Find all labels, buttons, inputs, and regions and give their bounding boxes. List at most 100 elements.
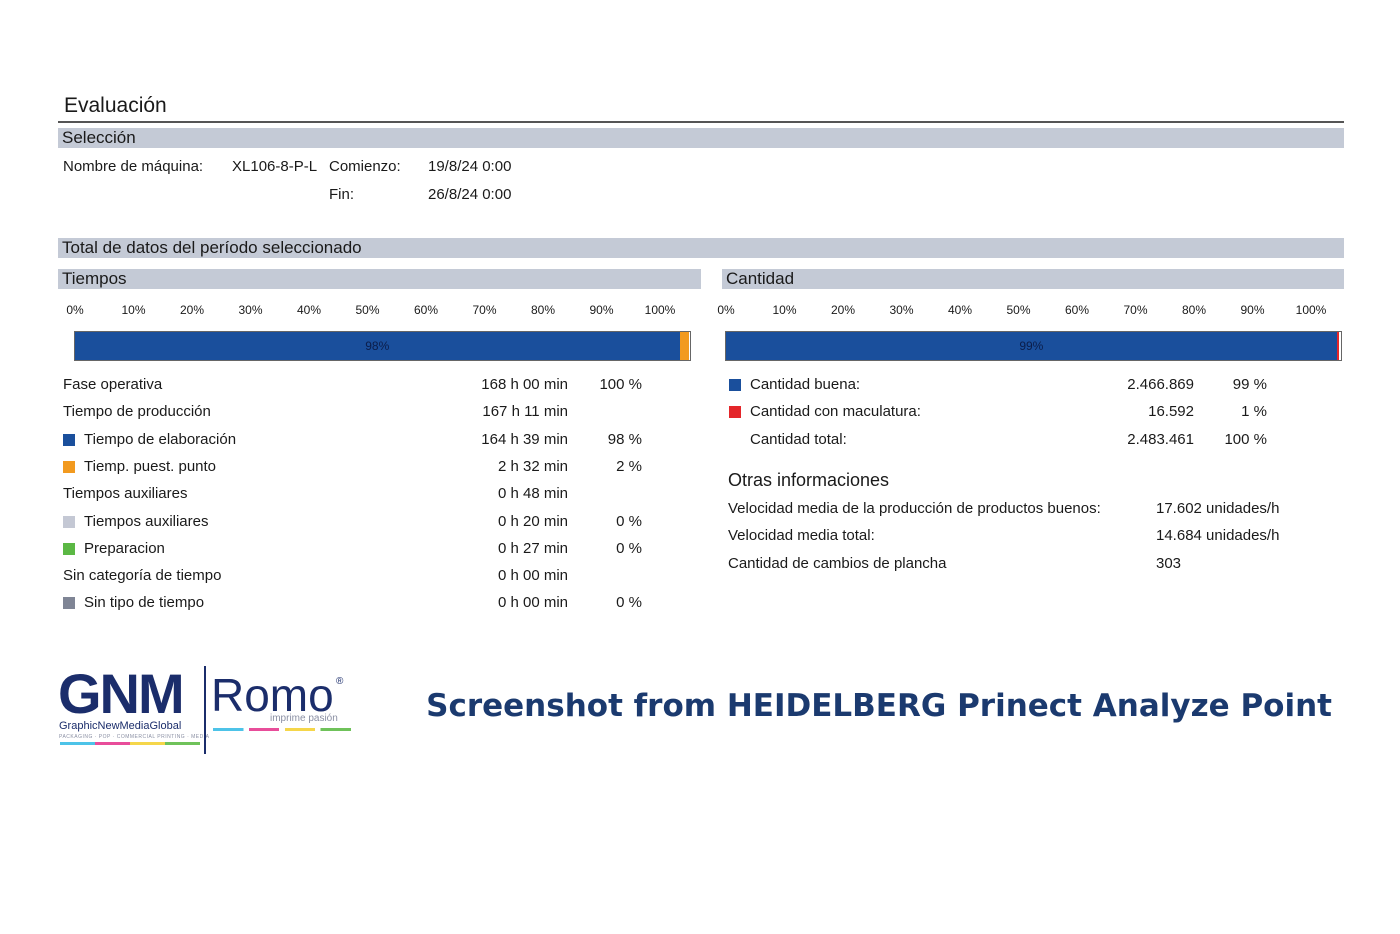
bar-segment xyxy=(679,332,689,360)
tiempos-row-value: 0 h 00 min xyxy=(497,567,568,585)
tiempos-row-label: Tiempos auxiliares xyxy=(84,512,209,530)
romo-color-strip xyxy=(213,728,351,731)
otras-row-value: 303 xyxy=(1156,554,1182,572)
tiempos-row-value: 0 h 27 min xyxy=(497,539,568,557)
screenshot-caption: Screenshot from HEIDELBERG Prinect Analy… xyxy=(426,688,1332,724)
cantidad-row-value: 2.483.461 xyxy=(1127,430,1194,448)
tiempos-row-pct: 0 % xyxy=(616,512,642,530)
legend-swatch xyxy=(729,406,741,419)
legend-swatch xyxy=(63,460,75,473)
axis-tick-label: 100% xyxy=(1295,303,1327,317)
cantidad-header: Cantidad xyxy=(722,269,1344,289)
bar-percent-label: 99% xyxy=(1019,339,1044,353)
logo-divider xyxy=(204,666,206,754)
axis-tick-label: 50% xyxy=(355,303,380,317)
tiempos-row-label: Preparacion xyxy=(84,539,165,557)
machine-label: Nombre de máquina: xyxy=(63,158,204,175)
tiempos-row-value: 167 h 11 min xyxy=(482,403,568,421)
gnm-subtitle: GraphicNewMediaGlobal xyxy=(59,720,182,732)
end-value: 26/8/24 0:00 xyxy=(428,186,512,203)
page-title: Evaluación xyxy=(64,94,167,117)
legend-swatch xyxy=(63,542,75,555)
axis-tick-label: 30% xyxy=(238,303,263,317)
axis-tick-label: 50% xyxy=(1006,303,1031,317)
axis-tick-label: 40% xyxy=(947,303,973,317)
tiempos-row-label: Sin tipo de tiempo xyxy=(84,594,205,612)
cantidad-row-label: Cantidad total: xyxy=(750,430,847,448)
legend-swatch xyxy=(63,597,75,610)
axis-tick-label: 100% xyxy=(644,303,676,317)
cantidad-row-value: 16.592 xyxy=(1148,403,1194,421)
total-header: Total de datos del período seleccionado xyxy=(58,238,1344,258)
start-value: 19/8/24 0:00 xyxy=(428,158,512,175)
cantidad-row-pct: 1 % xyxy=(1241,403,1267,421)
seleccion-header: Selección xyxy=(58,128,1344,148)
legend-swatch xyxy=(63,515,75,528)
axis-tick-label: 90% xyxy=(1240,303,1265,317)
axis-tick-label: 20% xyxy=(179,303,205,317)
otras-header: Otras informaciones xyxy=(728,470,890,490)
tiempos-row-label: Tiemp. puest. punto xyxy=(84,457,217,475)
tiempos-row-pct: 100 % xyxy=(599,376,642,393)
tiempos-header: Tiempos xyxy=(58,269,701,289)
legend-swatch xyxy=(729,379,741,391)
otras-row-value: 17.602 unidades/h xyxy=(1156,500,1280,517)
axis-tick-label: 0% xyxy=(66,303,84,317)
axis-tick-label: 60% xyxy=(1064,303,1090,317)
cantidad-row-value: 2.466.869 xyxy=(1127,376,1194,393)
tiempos-row-pct: 0 % xyxy=(616,594,642,612)
tiempos-row-value: 168 h 00 min xyxy=(481,376,568,393)
tiempos-row-label: Tiempos auxiliares xyxy=(63,485,188,503)
tiempos-bar: 98% xyxy=(74,331,691,361)
tiempos-row-value: 0 h 00 min xyxy=(497,594,568,612)
otras-row-label: Velocidad media total: xyxy=(728,527,875,545)
axis-tick-label: 30% xyxy=(889,303,914,317)
axis-tick-label: 40% xyxy=(296,303,322,317)
tiempos-row-label: Sin categoría de tiempo xyxy=(63,567,222,585)
romo-logo-text: Romo xyxy=(211,669,334,721)
cantidad-row-pct: 99 % xyxy=(1232,376,1267,393)
bar-segment xyxy=(1336,332,1340,360)
axis-tick-label: 70% xyxy=(472,303,497,317)
machine-value: XL106-8-P-L xyxy=(232,158,318,175)
axis-tick-label: 80% xyxy=(1181,303,1207,317)
gnm-color-strip xyxy=(60,742,200,745)
tiempos-row-value: 164 h 39 min xyxy=(481,430,568,448)
axis-tick-label: 80% xyxy=(530,303,556,317)
gnm-logo-text: GNM xyxy=(58,662,185,725)
tiempos-row-value: 2 h 32 min xyxy=(497,457,568,475)
title-divider xyxy=(58,121,1344,123)
start-label: Comienzo: xyxy=(329,158,401,175)
cantidad-row-label: Cantidad con maculatura: xyxy=(750,403,921,421)
axis-tick-label: 90% xyxy=(589,303,614,317)
otras-row-label: Cantidad de cambios de plancha xyxy=(728,554,947,572)
tiempos-row-label: Tiempo de producción xyxy=(63,403,211,421)
gnm-subtitle-2: PACKAGING · POP · COMMERCIAL PRINTING · … xyxy=(59,734,210,740)
tiempos-row-label: Tiempo de elaboración xyxy=(84,430,237,448)
tiempos-row-pct: 98 % xyxy=(607,430,642,448)
tiempos-row-pct: 2 % xyxy=(616,457,642,475)
axis-tick-label: 10% xyxy=(772,303,797,317)
cantidad-axis: 0% 10% 20% 30% 40% 50% 60% 70% 80% 90% 100% xyxy=(717,303,1326,319)
cantidad-bar: 99% xyxy=(725,331,1342,361)
tiempos-row-value: 0 h 48 min xyxy=(497,485,568,503)
romo-tagline: imprime pasión xyxy=(270,713,338,724)
tiempos-row-label: Fase operativa xyxy=(63,376,163,393)
axis-tick-label: 20% xyxy=(830,303,856,317)
tiempos-axis: 0% 10% 20% 30% 40% 50% 60% 70% 80% 90% 100% xyxy=(66,303,675,319)
bar-percent-label: 98% xyxy=(365,339,390,353)
end-label: Fin: xyxy=(329,186,355,203)
axis-tick-label: 0% xyxy=(717,303,735,317)
registered-mark: ® xyxy=(336,676,344,687)
axis-tick-label: 70% xyxy=(1123,303,1148,317)
cantidad-row-label: Cantidad buena: xyxy=(750,376,861,393)
tiempos-row-pct: 0 % xyxy=(616,539,642,557)
otras-row-label: Velocidad media de la producción de prod… xyxy=(728,500,1101,517)
axis-tick-label: 60% xyxy=(413,303,439,317)
legend-swatch xyxy=(63,433,75,446)
axis-tick-label: 10% xyxy=(121,303,146,317)
tiempos-row-value: 0 h 20 min xyxy=(497,512,568,530)
cantidad-row-pct: 100 % xyxy=(1224,430,1267,448)
otras-row-value: 14.684 unidades/h xyxy=(1156,527,1280,545)
gnm-romo-logo: GNM GraphicNewMediaGlobal PACKAGING · PO… xyxy=(58,666,358,756)
